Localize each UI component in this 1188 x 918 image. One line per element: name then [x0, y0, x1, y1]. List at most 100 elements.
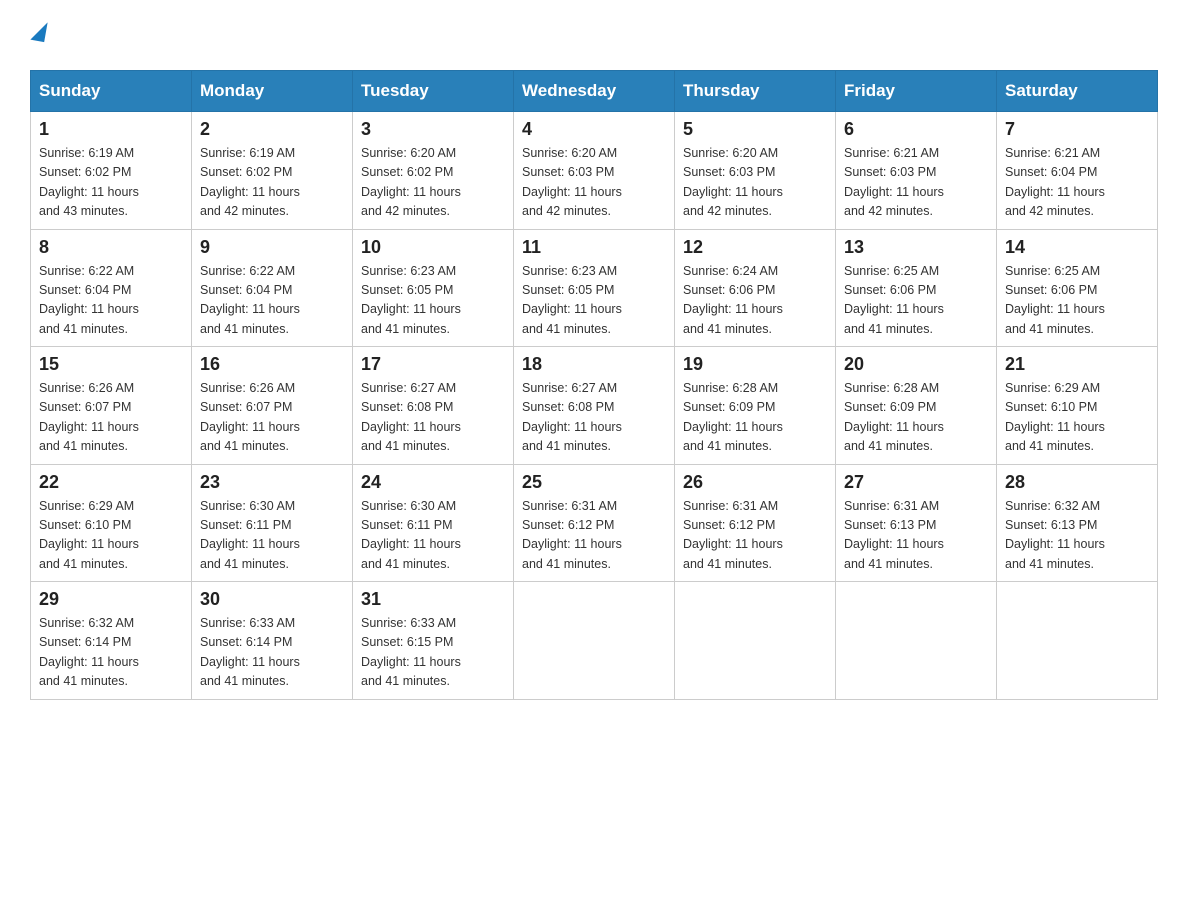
calendar-day-cell: 30 Sunrise: 6:33 AMSunset: 6:14 PMDayligh…: [192, 582, 353, 700]
day-info: Sunrise: 6:20 AMSunset: 6:03 PMDaylight:…: [683, 144, 827, 222]
calendar-week-row: 15 Sunrise: 6:26 AMSunset: 6:07 PMDayligh…: [31, 347, 1158, 465]
day-number: 24: [361, 472, 505, 493]
day-info: Sunrise: 6:20 AMSunset: 6:02 PMDaylight:…: [361, 144, 505, 222]
calendar-day-cell: 4Sunrise: 6:20 AMSunset: 6:03 PMDaylight…: [514, 112, 675, 230]
day-info: Sunrise: 6:29 AMSunset: 6:10 PMDaylight:…: [1005, 379, 1149, 457]
day-number: 14: [1005, 237, 1149, 258]
day-number: 1: [39, 119, 183, 140]
day-info: Sunrise: 6:19 AMSunset: 6:02 PMDaylight:…: [39, 144, 183, 222]
day-number: 17: [361, 354, 505, 375]
day-info: Sunrise: 6:25 AMSunset: 6:06 PMDaylight:…: [844, 262, 988, 340]
day-number: 2: [200, 119, 344, 140]
calendar-day-cell: 21Sunrise: 6:29 AMSunset: 6:10 PMDayligh…: [997, 347, 1158, 465]
calendar-day-cell: 20 Sunrise: 6:28 AMSunset: 6:09 PMDayligh…: [836, 347, 997, 465]
day-number: 9: [200, 237, 344, 258]
day-number: 30: [200, 589, 344, 610]
day-of-week-header: Friday: [836, 71, 997, 112]
day-info: Sunrise: 6:31 AMSunset: 6:12 PMDaylight:…: [683, 497, 827, 575]
calendar-week-row: 1 Sunrise: 6:19 AMSunset: 6:02 PMDaylight…: [31, 112, 1158, 230]
day-number: 27: [844, 472, 988, 493]
calendar-day-cell: 3 Sunrise: 6:20 AMSunset: 6:02 PMDaylight…: [353, 112, 514, 230]
calendar-day-cell: 7 Sunrise: 6:21 AMSunset: 6:04 PMDaylight…: [997, 112, 1158, 230]
calendar-day-cell: 15 Sunrise: 6:26 AMSunset: 6:07 PMDayligh…: [31, 347, 192, 465]
day-number: 19: [683, 354, 827, 375]
day-info: Sunrise: 6:28 AMSunset: 6:09 PMDaylight:…: [844, 379, 988, 457]
calendar-day-cell: 18 Sunrise: 6:27 AMSunset: 6:08 PMDayligh…: [514, 347, 675, 465]
calendar-day-cell: 12 Sunrise: 6:24 AMSunset: 6:06 PMDayligh…: [675, 229, 836, 347]
day-number: 12: [683, 237, 827, 258]
calendar-day-cell: 14 Sunrise: 6:25 AMSunset: 6:06 PMDayligh…: [997, 229, 1158, 347]
day-info: Sunrise: 6:31 AMSunset: 6:12 PMDaylight:…: [522, 497, 666, 575]
calendar-day-cell: 8 Sunrise: 6:22 AMSunset: 6:04 PMDaylight…: [31, 229, 192, 347]
day-number: 16: [200, 354, 344, 375]
day-info: Sunrise: 6:25 AMSunset: 6:06 PMDaylight:…: [1005, 262, 1149, 340]
calendar-week-row: 8 Sunrise: 6:22 AMSunset: 6:04 PMDaylight…: [31, 229, 1158, 347]
calendar-week-row: 29 Sunrise: 6:32 AMSunset: 6:14 PMDayligh…: [31, 582, 1158, 700]
day-info: Sunrise: 6:26 AMSunset: 6:07 PMDaylight:…: [200, 379, 344, 457]
calendar-day-cell: 28 Sunrise: 6:32 AMSunset: 6:13 PMDayligh…: [997, 464, 1158, 582]
day-number: 15: [39, 354, 183, 375]
calendar-header-row: SundayMondayTuesdayWednesdayThursdayFrid…: [31, 71, 1158, 112]
calendar-day-cell: 29 Sunrise: 6:32 AMSunset: 6:14 PMDayligh…: [31, 582, 192, 700]
calendar-table: SundayMondayTuesdayWednesdayThursdayFrid…: [30, 70, 1158, 700]
calendar-day-cell: 27 Sunrise: 6:31 AMSunset: 6:13 PMDayligh…: [836, 464, 997, 582]
day-info: Sunrise: 6:33 AMSunset: 6:14 PMDaylight:…: [200, 614, 344, 692]
day-info: Sunrise: 6:20 AMSunset: 6:03 PMDaylight:…: [522, 144, 666, 222]
day-number: 6: [844, 119, 988, 140]
page-header: [30, 20, 1158, 52]
day-info: Sunrise: 6:32 AMSunset: 6:14 PMDaylight:…: [39, 614, 183, 692]
day-info: Sunrise: 6:22 AMSunset: 6:04 PMDaylight:…: [200, 262, 344, 340]
day-info: Sunrise: 6:30 AMSunset: 6:11 PMDaylight:…: [200, 497, 344, 575]
calendar-day-cell: 5 Sunrise: 6:20 AMSunset: 6:03 PMDaylight…: [675, 112, 836, 230]
calendar-day-cell: 19 Sunrise: 6:28 AMSunset: 6:09 PMDayligh…: [675, 347, 836, 465]
day-info: Sunrise: 6:23 AMSunset: 6:05 PMDaylight:…: [361, 262, 505, 340]
calendar-day-cell: 25Sunrise: 6:31 AMSunset: 6:12 PMDayligh…: [514, 464, 675, 582]
day-number: 31: [361, 589, 505, 610]
day-info: Sunrise: 6:29 AMSunset: 6:10 PMDaylight:…: [39, 497, 183, 575]
day-number: 29: [39, 589, 183, 610]
calendar-day-cell: 26 Sunrise: 6:31 AMSunset: 6:12 PMDayligh…: [675, 464, 836, 582]
day-of-week-header: Thursday: [675, 71, 836, 112]
calendar-day-cell: [997, 582, 1158, 700]
day-number: 20: [844, 354, 988, 375]
calendar-day-cell: 31Sunrise: 6:33 AMSunset: 6:15 PMDayligh…: [353, 582, 514, 700]
calendar-day-cell: [836, 582, 997, 700]
day-of-week-header: Monday: [192, 71, 353, 112]
calendar-day-cell: 13Sunrise: 6:25 AMSunset: 6:06 PMDayligh…: [836, 229, 997, 347]
logo-triangle-icon: [30, 20, 47, 42]
calendar-day-cell: 9 Sunrise: 6:22 AMSunset: 6:04 PMDaylight…: [192, 229, 353, 347]
day-number: 7: [1005, 119, 1149, 140]
calendar-day-cell: 10Sunrise: 6:23 AMSunset: 6:05 PMDayligh…: [353, 229, 514, 347]
day-number: 11: [522, 237, 666, 258]
day-info: Sunrise: 6:30 AMSunset: 6:11 PMDaylight:…: [361, 497, 505, 575]
calendar-day-cell: 6 Sunrise: 6:21 AMSunset: 6:03 PMDaylight…: [836, 112, 997, 230]
day-info: Sunrise: 6:27 AMSunset: 6:08 PMDaylight:…: [522, 379, 666, 457]
day-info: Sunrise: 6:21 AMSunset: 6:03 PMDaylight:…: [844, 144, 988, 222]
calendar-day-cell: 22Sunrise: 6:29 AMSunset: 6:10 PMDayligh…: [31, 464, 192, 582]
day-number: 26: [683, 472, 827, 493]
day-number: 8: [39, 237, 183, 258]
day-number: 3: [361, 119, 505, 140]
calendar-day-cell: 1 Sunrise: 6:19 AMSunset: 6:02 PMDaylight…: [31, 112, 192, 230]
calendar-day-cell: 23Sunrise: 6:30 AMSunset: 6:11 PMDayligh…: [192, 464, 353, 582]
day-info: Sunrise: 6:19 AMSunset: 6:02 PMDaylight:…: [200, 144, 344, 222]
calendar-day-cell: 24 Sunrise: 6:30 AMSunset: 6:11 PMDayligh…: [353, 464, 514, 582]
day-info: Sunrise: 6:28 AMSunset: 6:09 PMDaylight:…: [683, 379, 827, 457]
logo-text: [30, 20, 46, 52]
day-info: Sunrise: 6:32 AMSunset: 6:13 PMDaylight:…: [1005, 497, 1149, 575]
day-number: 28: [1005, 472, 1149, 493]
day-info: Sunrise: 6:24 AMSunset: 6:06 PMDaylight:…: [683, 262, 827, 340]
day-info: Sunrise: 6:23 AMSunset: 6:05 PMDaylight:…: [522, 262, 666, 340]
calendar-day-cell: 11 Sunrise: 6:23 AMSunset: 6:05 PMDayligh…: [514, 229, 675, 347]
day-number: 18: [522, 354, 666, 375]
calendar-day-cell: 16 Sunrise: 6:26 AMSunset: 6:07 PMDayligh…: [192, 347, 353, 465]
day-info: Sunrise: 6:21 AMSunset: 6:04 PMDaylight:…: [1005, 144, 1149, 222]
day-info: Sunrise: 6:31 AMSunset: 6:13 PMDaylight:…: [844, 497, 988, 575]
calendar-day-cell: [514, 582, 675, 700]
day-info: Sunrise: 6:22 AMSunset: 6:04 PMDaylight:…: [39, 262, 183, 340]
calendar-day-cell: [675, 582, 836, 700]
day-info: Sunrise: 6:26 AMSunset: 6:07 PMDaylight:…: [39, 379, 183, 457]
calendar-day-cell: 2 Sunrise: 6:19 AMSunset: 6:02 PMDaylight…: [192, 112, 353, 230]
day-of-week-header: Sunday: [31, 71, 192, 112]
day-number: 5: [683, 119, 827, 140]
